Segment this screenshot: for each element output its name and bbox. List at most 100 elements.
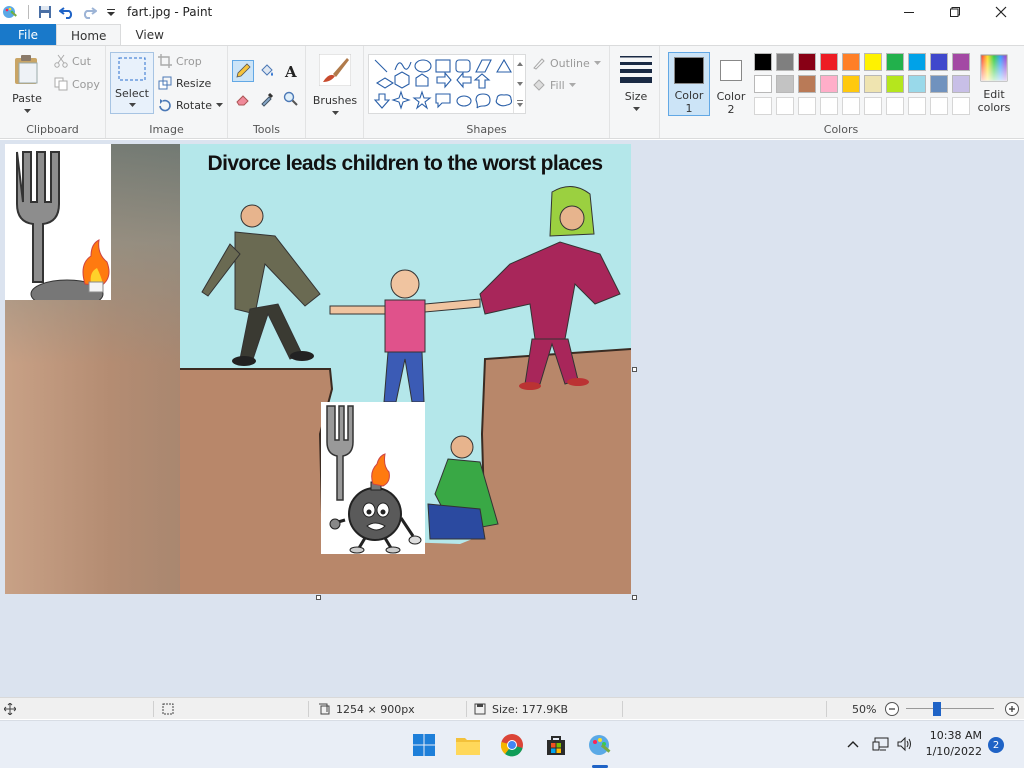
color-swatch[interactable]: [842, 75, 860, 93]
edit-colors-button[interactable]: Edit colors: [974, 54, 1014, 114]
color-swatch[interactable]: [908, 75, 926, 93]
color-swatch[interactable]: [864, 53, 882, 71]
start-button[interactable]: [410, 731, 438, 759]
canvas-resize-handle-corner[interactable]: [632, 595, 637, 600]
color-picker-tool[interactable]: [256, 88, 278, 110]
canvas-workspace[interactable]: Divorce leads children to the worst plac…: [0, 140, 1024, 697]
color-swatch[interactable]: [930, 53, 948, 71]
close-button[interactable]: [978, 0, 1024, 24]
color-swatch[interactable]: [864, 75, 882, 93]
color-swatch[interactable]: [754, 53, 772, 71]
system-clock[interactable]: 10:38 AM 1/10/2022: [926, 728, 982, 760]
save-icon[interactable]: [37, 4, 53, 20]
customize-quick-access-icon[interactable]: [103, 4, 119, 20]
image-canvas[interactable]: Divorce leads children to the worst plac…: [5, 144, 631, 594]
custom-color-slot: [798, 97, 816, 115]
color-swatch[interactable]: [776, 53, 794, 71]
color-swatch[interactable]: [754, 75, 772, 93]
size-button[interactable]: Size: [618, 54, 654, 111]
canvas-resize-handle-bottom[interactable]: [316, 595, 321, 600]
zoom-slider-thumb[interactable]: [933, 702, 941, 716]
show-hidden-icons[interactable]: [846, 737, 860, 754]
color-swatch[interactable]: [776, 75, 794, 93]
color-swatch[interactable]: [930, 75, 948, 93]
select-icon: [118, 57, 146, 81]
fill-tool[interactable]: [256, 60, 278, 82]
notification-badge[interactable]: 2: [988, 737, 1004, 753]
chrome-taskbar[interactable]: [498, 731, 526, 759]
tools-group-label: Tools: [252, 123, 281, 136]
ribbon-tabs: File Home View: [0, 24, 1024, 46]
network-icon[interactable]: [872, 736, 890, 755]
color-swatch[interactable]: [886, 75, 904, 93]
color-swatch[interactable]: [798, 75, 816, 93]
cursor-position: [4, 698, 16, 720]
store-taskbar[interactable]: [542, 731, 570, 759]
color-swatch[interactable]: [952, 53, 970, 71]
zoom-controls: 50%: [852, 698, 900, 720]
shapes-scroll-up[interactable]: [513, 55, 525, 74]
paint-taskbar[interactable]: [586, 731, 614, 759]
fill-button[interactable]: Fill: [532, 78, 576, 92]
rotate-icon: [159, 99, 171, 112]
pencil-tool[interactable]: [232, 60, 254, 82]
pencil-icon: [236, 63, 251, 78]
color2-button[interactable]: Color 2: [712, 52, 750, 116]
color-swatch[interactable]: [886, 53, 904, 71]
color-swatch[interactable]: [952, 75, 970, 93]
resize-button[interactable]: Resize: [158, 76, 211, 90]
color-swatch[interactable]: [908, 53, 926, 71]
windows-icon: [413, 734, 435, 756]
zoom-level: 50%: [852, 702, 877, 716]
zoom-in-icon[interactable]: [1004, 701, 1020, 720]
tab-file[interactable]: File: [0, 24, 56, 46]
tab-home[interactable]: Home: [56, 24, 122, 46]
fork-bomb-sticker: [321, 402, 425, 554]
crop-label: Crop: [176, 54, 202, 68]
copy-button[interactable]: Copy: [54, 77, 100, 91]
magnifier-tool[interactable]: [280, 88, 302, 110]
custom-color-slot: [776, 97, 794, 115]
color-swatch[interactable]: [798, 53, 816, 71]
custom-color-slot: [864, 97, 882, 115]
zoom-slider[interactable]: [906, 698, 996, 720]
canvas-resize-handle-right[interactable]: [632, 367, 637, 372]
cut-button[interactable]: Cut: [54, 54, 91, 68]
rotate-button[interactable]: Rotate: [158, 98, 224, 112]
outline-button[interactable]: Outline: [532, 56, 601, 70]
color2-label: Color: [716, 90, 746, 103]
edit-colors-icon: [980, 54, 1008, 82]
size-label: Size: [624, 90, 648, 103]
color-swatch[interactable]: [842, 53, 860, 71]
brushes-button[interactable]: Brushes: [312, 54, 358, 115]
undo-icon[interactable]: [59, 4, 75, 20]
custom-color-slot: [754, 97, 772, 115]
shapes-scroll-down[interactable]: [513, 74, 525, 93]
minimize-button[interactable]: [886, 0, 932, 24]
text-tool[interactable]: A: [280, 60, 302, 82]
chrome-icon: [500, 734, 523, 757]
resize-icon: [158, 76, 172, 90]
edit-colors-label-2: colors: [977, 101, 1011, 114]
eraser-tool[interactable]: [232, 88, 254, 110]
zoom-out-icon[interactable]: [884, 701, 900, 717]
redo-icon[interactable]: [81, 4, 97, 20]
paste-button[interactable]: Paste: [8, 54, 46, 113]
crop-button[interactable]: Crop: [158, 54, 202, 68]
fill-icon: [533, 79, 545, 91]
volume-icon[interactable]: [896, 736, 914, 755]
maximize-button[interactable]: [932, 0, 978, 24]
color-swatch[interactable]: [820, 75, 838, 93]
tab-view[interactable]: View: [121, 24, 177, 46]
file-explorer-taskbar[interactable]: [454, 731, 482, 759]
eyedropper-icon: [261, 92, 274, 107]
selection-size: [162, 698, 174, 720]
color-swatch[interactable]: [820, 53, 838, 71]
select-button[interactable]: Select: [110, 52, 154, 114]
shapes-expand[interactable]: [513, 93, 525, 113]
copy-icon: [54, 77, 68, 91]
color1-button[interactable]: Color 1: [668, 52, 710, 116]
color1-label: Color: [674, 89, 704, 102]
line-size-icon: [620, 56, 652, 83]
ribbon: Paste Cut Copy Clipboard Select Crop Res…: [0, 45, 1024, 139]
